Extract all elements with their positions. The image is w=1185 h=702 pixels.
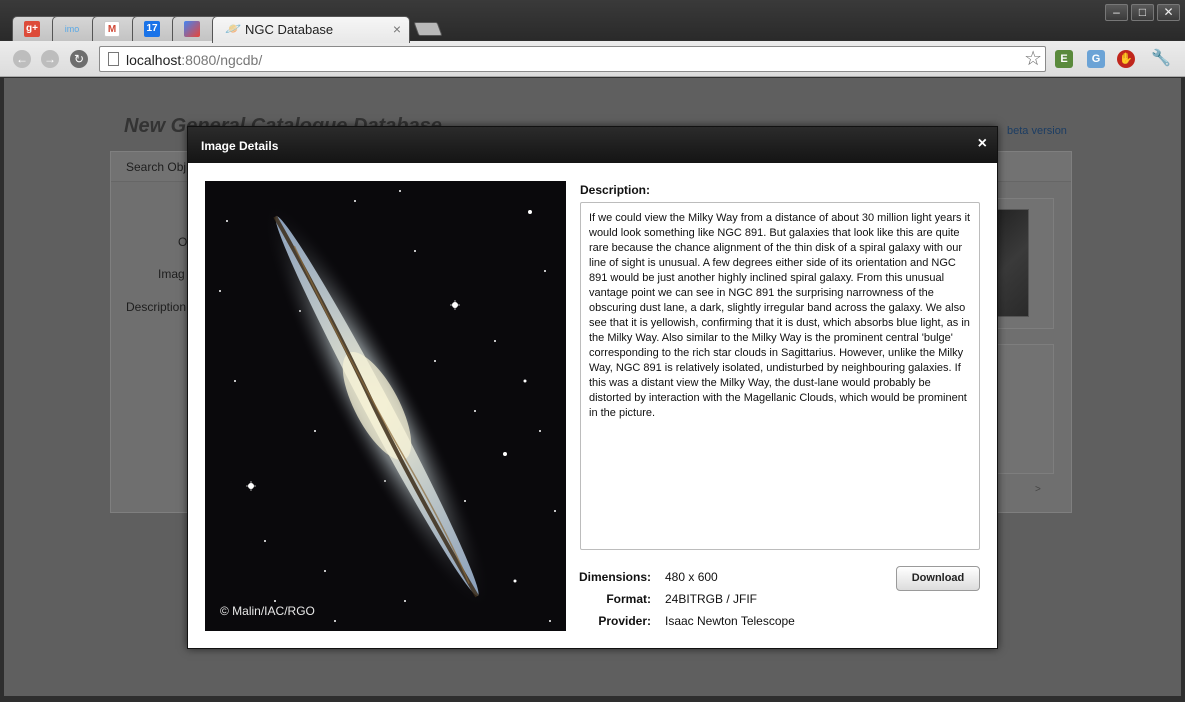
- tab-search-objects[interactable]: Search Obj: [126, 160, 186, 174]
- beta-link[interactable]: beta version: [1007, 125, 1067, 137]
- imo-icon: imo: [64, 24, 80, 34]
- page-icon: [108, 52, 119, 66]
- modal-close-button[interactable]: ×: [978, 136, 987, 152]
- pager-next-icon[interactable]: >: [1035, 484, 1041, 495]
- chrome-page-icon: [184, 21, 200, 37]
- image-credit: © Malin/IAC/RGO: [220, 604, 315, 618]
- google-plus-icon: g+: [24, 21, 40, 37]
- browser-toolbar: ← → ↻ localhost:8080/ngcdb/ ☆ E G ✋ 🔧: [0, 41, 1185, 77]
- gmail-icon: M: [104, 21, 120, 37]
- image-details-modal: Image Details × © Malin/IAC/RGO Descript…: [187, 126, 998, 649]
- tab-ngc-database[interactable]: 🪐 NGC Database ×: [212, 16, 410, 43]
- galaxy-image: © Malin/IAC/RGO: [205, 181, 566, 631]
- url-text: localhost:8080/ngcdb/: [126, 52, 263, 68]
- saturn-icon: 🪐: [225, 21, 242, 36]
- minimize-button[interactable]: –: [1105, 4, 1128, 21]
- description-textarea[interactable]: If we could view the Milky Way from a di…: [580, 202, 980, 550]
- tab-strip: g+ imo M 17 🪐 NGC Database × – □ ✕: [0, 0, 1185, 43]
- forward-button[interactable]: →: [41, 50, 59, 68]
- extension-g-icon[interactable]: G: [1087, 50, 1105, 68]
- form-label-description: Description: [126, 300, 187, 314]
- maximize-button[interactable]: □: [1131, 4, 1154, 21]
- dimensions-label: Dimensions:: [579, 570, 652, 584]
- galaxy-illustration: [205, 181, 566, 631]
- form-label-object: O: [178, 235, 188, 249]
- tab-title: NGC Database: [245, 22, 334, 37]
- provider-value: Isaac Newton Telescope: [665, 614, 795, 628]
- reload-button[interactable]: ↻: [70, 50, 88, 68]
- new-tab-button[interactable]: [413, 22, 443, 36]
- tab-close-icon[interactable]: ×: [393, 21, 401, 37]
- window-close-button[interactable]: ✕: [1157, 4, 1180, 21]
- bookmark-star-icon[interactable]: ☆: [1024, 48, 1042, 70]
- modal-title: Image Details: [201, 139, 279, 153]
- address-bar[interactable]: localhost:8080/ngcdb/ ☆: [99, 46, 1046, 72]
- extension-evernote-icon[interactable]: E: [1055, 50, 1073, 68]
- description-label: Description:: [580, 183, 651, 197]
- provider-label: Provider:: [598, 614, 651, 628]
- back-button[interactable]: ←: [13, 50, 31, 68]
- format-label: Format:: [606, 592, 651, 606]
- wrench-icon[interactable]: 🔧: [1151, 50, 1171, 68]
- calendar-icon: 17: [144, 21, 160, 37]
- dimensions-value: 480 x 600: [665, 570, 718, 584]
- form-label-image: Imag: [158, 267, 185, 281]
- modal-header: Image Details ×: [188, 127, 997, 163]
- format-value: 24BITRGB / JFIF: [665, 592, 758, 606]
- download-button[interactable]: Download: [896, 566, 980, 591]
- extension-adblock-icon[interactable]: ✋: [1117, 50, 1135, 68]
